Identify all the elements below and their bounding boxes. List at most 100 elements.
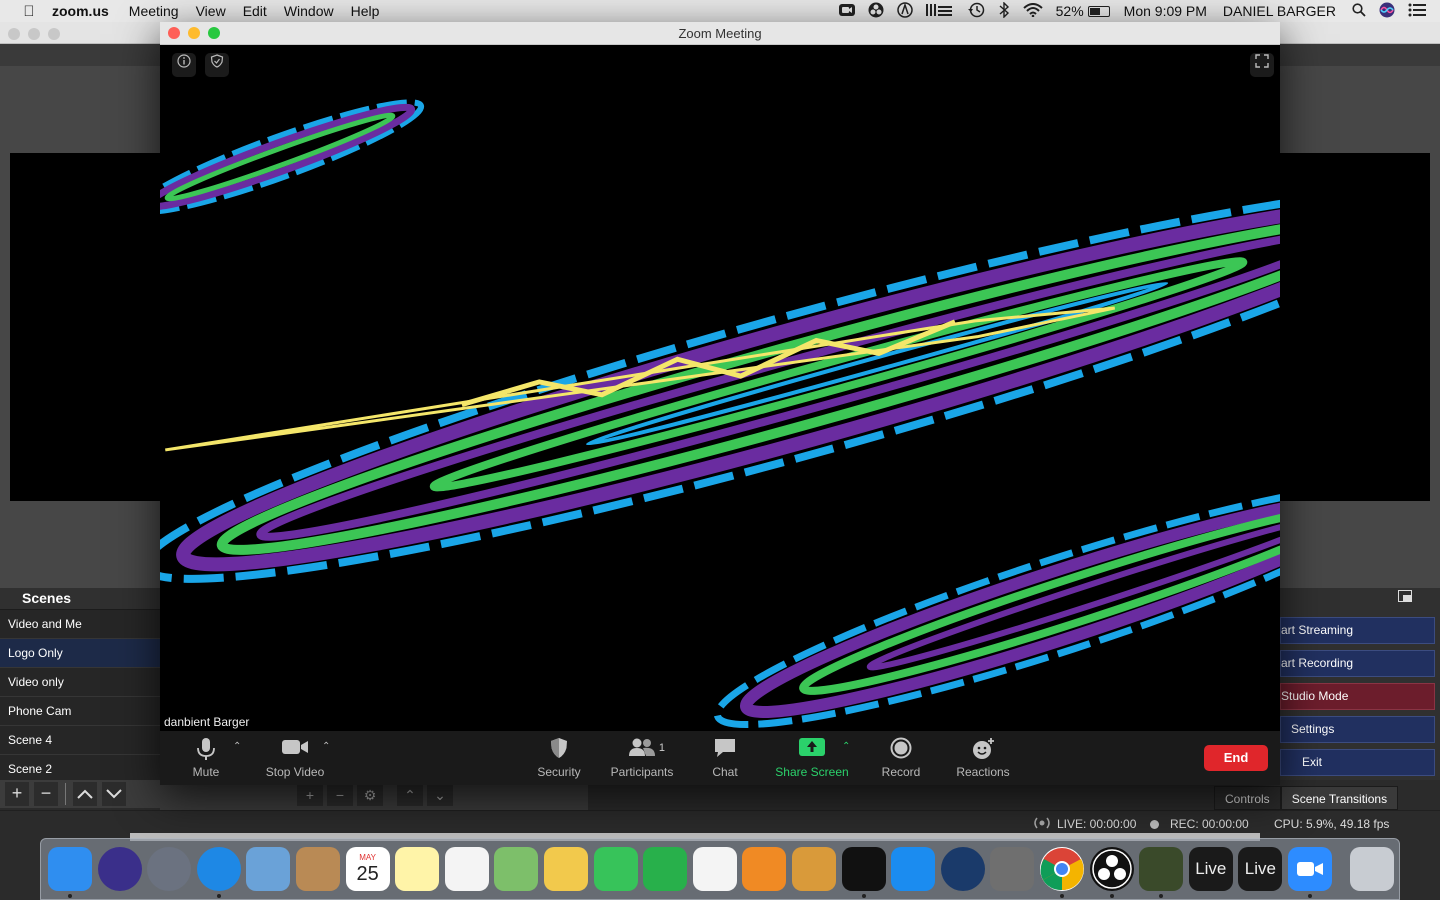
scene-item-scene-4[interactable]: Scene 4 [0,726,160,755]
books-icon[interactable] [742,847,787,891]
menubar-user[interactable]: DANIEL BARGER [1223,3,1336,19]
bluetooth-icon[interactable] [998,0,1010,21]
remove-source-button[interactable]: − [327,784,353,806]
studio-mode-button[interactable]: Studio Mode [1280,683,1435,710]
stop-video-button[interactable]: Stop Video [260,737,330,779]
tab-controls[interactable]: Controls [1214,786,1281,810]
notes-icon[interactable] [395,847,440,891]
zoom-minimize-button[interactable] [188,27,200,39]
itunes-icon[interactable] [692,847,737,891]
start-streaming-button[interactable]: art Streaming [1280,617,1435,644]
scene-controls: + − [0,780,160,808]
calendar-day: 25 [356,863,379,885]
menu-edit[interactable]: Edit [243,3,267,19]
menu-meeting[interactable]: Meeting [129,3,179,19]
quicktime-icon[interactable] [940,847,985,891]
obs-zoom-button[interactable] [48,28,60,40]
exit-button[interactable]: Exit [1280,749,1435,776]
encryption-shield-icon[interactable] [205,53,229,77]
settings-button[interactable]: Settings [1280,716,1435,743]
menu-view[interactable]: View [196,3,226,19]
siri-icon[interactable] [97,847,142,891]
move-scene-up-button[interactable] [73,782,97,806]
zoom-close-button[interactable] [168,27,180,39]
mail-icon[interactable] [246,847,291,891]
security-button[interactable]: Security [530,737,588,779]
photos-icon[interactable] [544,847,588,891]
move-source-up-button[interactable]: ⌃ [397,784,423,806]
menubar-clock[interactable]: Mon 9:09 PM [1124,3,1207,19]
running-indicator [861,894,866,898]
reactions-button[interactable]: Reactions [952,737,1014,779]
zoom-maximize-button[interactable] [208,27,220,39]
battery-icon[interactable] [1087,5,1110,17]
chrome-icon[interactable] [1040,847,1084,891]
app-store-icon[interactable] [891,847,936,891]
reminders-icon[interactable] [444,847,489,891]
facetime-icon[interactable] [643,847,688,891]
move-scene-down-button[interactable] [102,782,126,806]
zoom-icon[interactable] [1288,847,1332,891]
maps-icon[interactable] [494,847,539,891]
system-preferences-icon[interactable] [990,847,1035,891]
scene-item-video-only[interactable]: Video only [0,668,160,697]
ableton-live-icon[interactable]: Live [1188,847,1233,891]
record-button[interactable]: Record [875,737,927,779]
spotlight-search-icon[interactable] [1352,2,1366,20]
audio-hijack-icon[interactable] [896,1,913,21]
messages-icon[interactable] [593,847,638,891]
undock-panel-icon[interactable] [1398,590,1412,605]
calendar-month: MAY [359,853,376,862]
obs-minimize-button[interactable] [28,28,40,40]
video-editor-icon[interactable] [1139,847,1184,891]
participants-button[interactable]: 1 Participants [606,737,678,779]
siri-menubar-icon[interactable] [1379,2,1395,21]
ableton-live-2-icon[interactable]: Live [1238,847,1283,891]
contacts-icon[interactable] [296,847,340,891]
share-options-chevron-icon[interactable]: ⌃ [842,741,850,752]
remove-scene-button[interactable]: − [34,782,58,806]
scene-item-video-and-me[interactable]: Video and Me [0,610,160,639]
app-menu[interactable]: zoom.us [52,3,109,19]
add-scene-button[interactable]: + [5,782,29,806]
safari-icon[interactable] [196,847,241,891]
obs-status-icon[interactable] [868,2,884,21]
audio-options-chevron-icon[interactable]: ⌃ [233,741,241,752]
obs-close-button[interactable] [8,28,20,40]
video-visualizer-graphic [160,99,1280,729]
start-recording-button[interactable]: art Recording [1280,650,1435,677]
scene-item-logo-only[interactable]: Logo Only [0,639,160,668]
menu-help[interactable]: Help [351,3,380,19]
wifi-icon[interactable] [1022,2,1043,20]
add-source-button[interactable]: + [297,784,323,806]
running-indicator [1159,894,1164,898]
calendar-icon[interactable]: MAY 25 [345,847,390,891]
battery-percent[interactable]: 52% [1056,3,1084,19]
piano-icon[interactable] [841,847,886,891]
menu-window[interactable]: Window [284,3,334,19]
chat-button[interactable]: Chat [705,737,745,779]
end-meeting-button[interactable]: End [1204,745,1268,771]
rec-timer: REC: 00:00:00 [1170,817,1249,831]
mute-button[interactable]: Mute [186,737,226,779]
video-options-chevron-icon[interactable]: ⌃ [322,741,330,752]
garageband-icon[interactable] [792,847,836,891]
participants-count: 1 [658,742,665,754]
notification-center-icon[interactable] [1408,3,1426,20]
obs-icon[interactable] [1089,847,1134,891]
zoom-status-icon[interactable] [838,3,855,20]
fullscreen-icon[interactable] [1250,53,1274,77]
finder-icon[interactable] [48,847,92,891]
scene-item-phone-cam[interactable]: Phone Cam [0,697,160,726]
time-machine-icon[interactable] [967,2,985,21]
meeting-info-icon[interactable] [172,53,196,77]
launchpad-icon[interactable] [147,847,192,891]
source-settings-gear-icon[interactable]: ⚙ [357,784,383,806]
apple-menu-icon[interactable]:  [20,3,38,20]
move-source-down-button[interactable]: ⌄ [427,784,453,806]
controls-divider [65,783,66,805]
sound-bars-icon[interactable] [925,3,954,20]
tab-scene-transitions[interactable]: Scene Transitions [1280,786,1399,810]
share-screen-button[interactable]: Share Screen [772,737,852,779]
trash-icon[interactable] [1349,847,1394,891]
